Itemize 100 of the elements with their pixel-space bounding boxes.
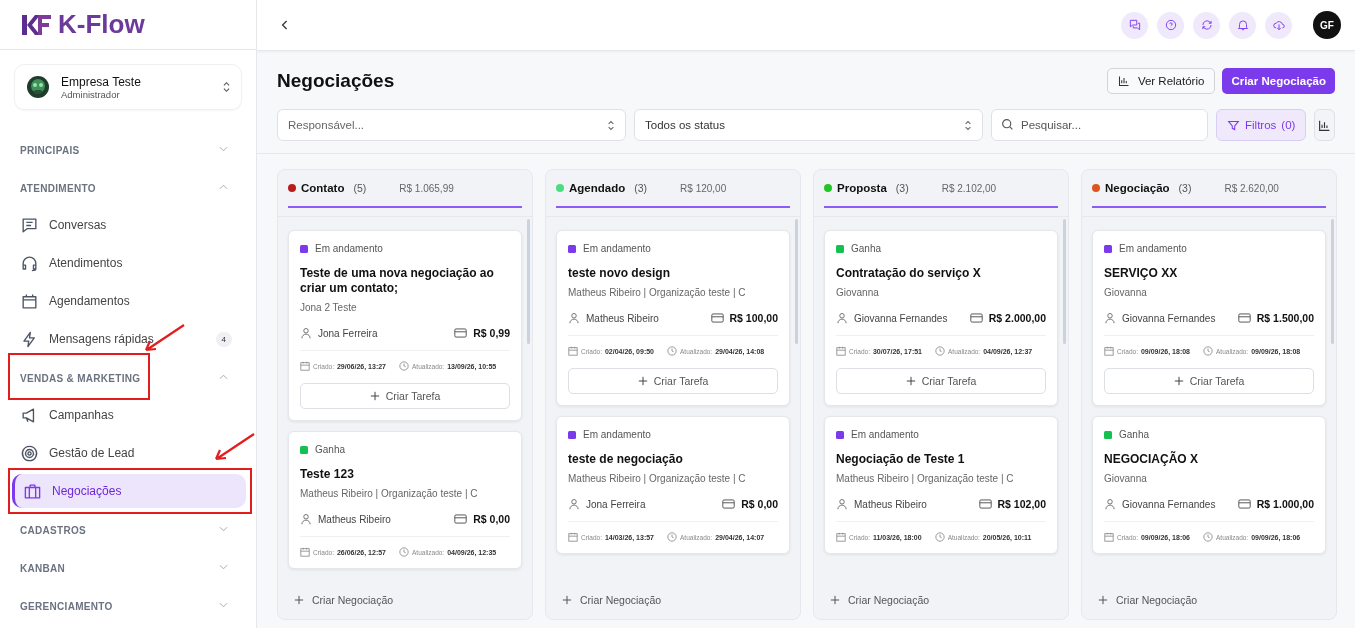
card-icon [454,514,468,524]
clock-icon [1203,346,1213,356]
clock-icon [667,532,677,542]
card-icon [978,499,992,509]
bell-icon[interactable] [1229,11,1256,39]
deal-value: R$ 1.000,00 [1256,498,1314,510]
deal-value: R$ 0,00 [473,513,510,525]
logo-icon [20,12,52,37]
user-avatar[interactable]: GF [1313,11,1341,39]
deal-owner: Jona Ferreira [586,498,647,510]
deal-title: teste de negociação [568,452,684,467]
section-header[interactable]: KANBAN [20,563,66,574]
column-count: (3) [634,182,648,194]
plus-icon [1173,376,1184,386]
deal-value: R$ 0,99 [473,327,510,339]
deal-owner: Giovanna Fernandes [1122,312,1217,324]
scrollbar[interactable] [527,219,530,344]
nav-item[interactable]: Agendamentos [20,282,236,320]
page-title: Negociações [277,70,395,92]
nav-item[interactable]: Campanhas [20,396,236,434]
filters-button[interactable]: Filtros (0) [1216,109,1307,141]
deal-subtitle: Giovanna [1104,287,1148,298]
select-placeholder: Responsável... [288,119,365,131]
owner-select[interactable]: Responsável... [277,109,626,141]
deal-owner: Matheus Ribeiro [586,312,660,324]
deal-owner: Giovanna Fernandes [854,312,949,324]
bar-chart-icon [1117,75,1130,87]
chat-icon[interactable] [1121,11,1148,39]
scrollbar[interactable] [1331,219,1334,344]
filter-icon [1227,118,1240,132]
deal-value: R$ 2.000,00 [988,312,1046,324]
person-icon [568,498,580,510]
column-total: R$ 2.102,00 [941,182,997,194]
refresh-icon[interactable] [1193,11,1220,39]
chevron-updown-icon [607,119,615,131]
deal-owner: Giovanna Fernandes [1122,498,1217,510]
plus-icon [1098,595,1108,605]
deal-value: R$ 102,00 [997,498,1046,510]
person-icon [1104,312,1116,324]
annotation-arrow [212,432,256,462]
column-count: (3) [895,182,909,194]
section-header[interactable]: ATENDIMENTO [20,183,96,194]
create-task-button[interactable]: Criar Tarefa [300,383,510,409]
create-deal-button[interactable]: Criar Negociação [1222,68,1335,94]
deal-owner: Matheus Ribeiro [318,513,392,525]
report-button[interactable]: Ver Relatório [1106,68,1216,94]
chart-view-button[interactable] [1314,109,1335,141]
section-header[interactable]: CADASTROS [20,525,87,536]
section-header[interactable]: VENDAS & MARKETING [20,373,141,384]
nav-icon [20,291,39,311]
section-header[interactable]: PRINCIPAIS [20,145,80,156]
calendar-icon [836,346,846,356]
card-icon [969,313,983,323]
deal-subtitle: Giovanna [836,287,880,298]
plus-icon [905,376,916,386]
deal-value: R$ 100,00 [729,312,778,324]
nav-icon [23,481,42,501]
company-role: Administrador [61,88,121,100]
deal-title: Negociação de Teste 1 [836,452,966,467]
cloud-download-icon[interactable] [1265,11,1292,39]
scrollbar[interactable] [1063,219,1066,344]
create-task-button[interactable]: Criar Tarefa [836,368,1046,394]
person-icon [300,513,312,525]
chevron-updown-icon [964,119,972,131]
deal-value: R$ 0,00 [741,498,778,510]
scrollbar[interactable] [795,219,798,344]
search-field[interactable]: Pesquisar... [991,109,1208,141]
plus-icon [562,595,572,605]
nav-icon [20,253,39,273]
company-switcher[interactable]: Empresa Teste Administrador [14,64,242,110]
nav-item[interactable]: Gestão de Lead [20,434,236,472]
column-total: R$ 120,00 [680,182,727,194]
help-icon[interactable] [1157,11,1184,39]
nav-item[interactable]: Mensagens rápidas 4 [20,320,236,358]
status-select[interactable]: Todos os status [634,109,983,141]
select-value: Todos os status [645,119,725,131]
create-task-button[interactable]: Criar Tarefa [568,368,778,394]
deal-subtitle: Jona 2 Teste [300,302,358,313]
nav-item[interactable]: Negociações [12,474,246,508]
person-icon [1104,498,1116,510]
column-title: Proposta [837,182,887,194]
column-title: Agendado [569,182,626,194]
card-icon [1237,499,1251,509]
person-icon [568,312,580,324]
nav-icon [20,443,39,463]
calendar-icon [1104,346,1114,356]
create-task-button[interactable]: Criar Tarefa [1104,368,1314,394]
deal-title: Contratação do serviço X [836,266,982,281]
clock-icon [399,547,409,557]
section-header[interactable]: GERENCIAMENTO [20,601,113,612]
calendar-icon [300,547,310,557]
column-title: Contato [301,182,345,194]
nav-item[interactable]: Conversas [20,206,236,244]
deal-subtitle: Matheus Ribeiro | Organização teste | C [568,473,747,484]
back-icon [281,19,289,31]
deal-title: teste novo design [568,266,672,281]
nav-item[interactable]: Atendimentos [20,244,236,282]
deal-subtitle: Matheus Ribeiro | Organização teste | C [836,473,1015,484]
column-total: R$ 1.065,99 [399,182,454,194]
deal-status: Em andamento [583,243,651,254]
